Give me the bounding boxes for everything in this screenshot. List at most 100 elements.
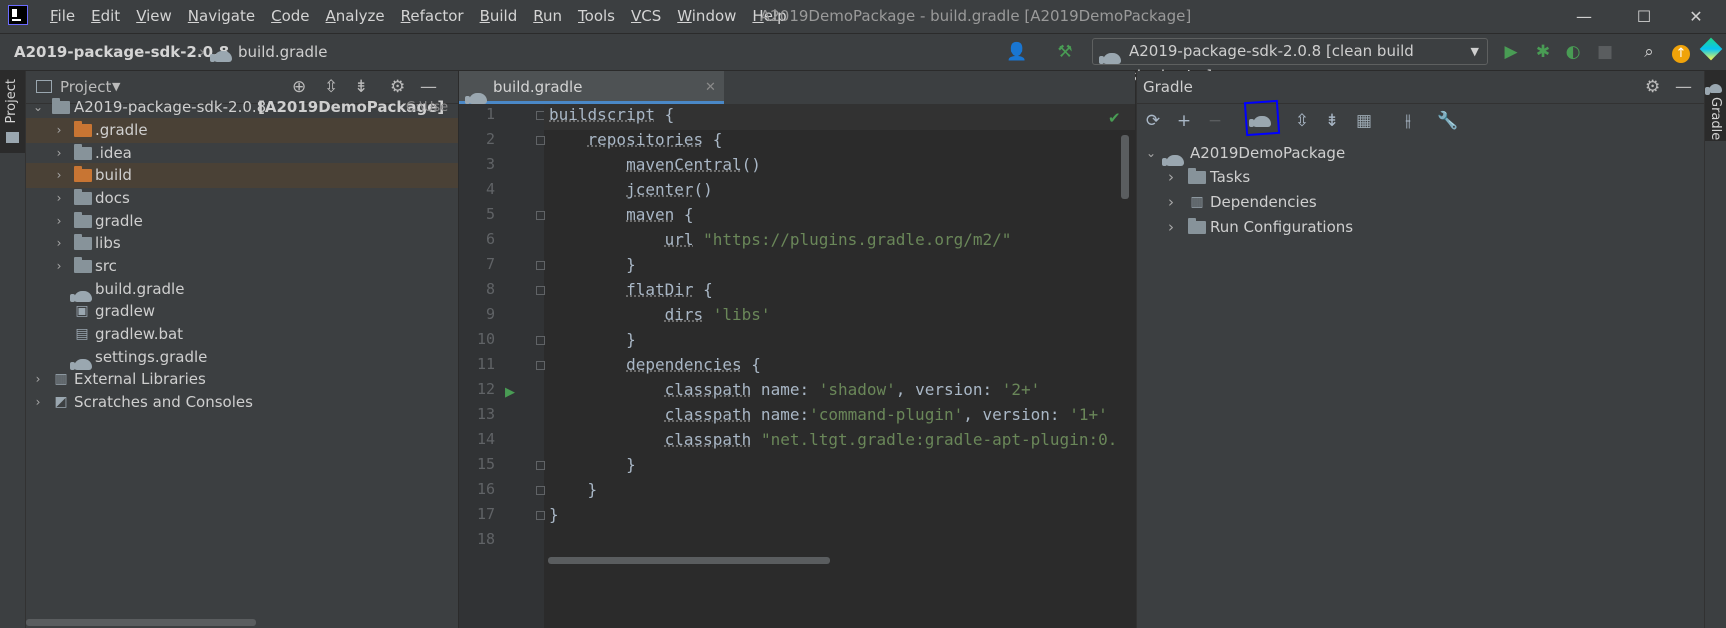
minimize-button[interactable]: — bbox=[1554, 0, 1614, 33]
chevron-right-icon[interactable]: › bbox=[53, 163, 65, 188]
run-configuration-select[interactable]: A2019-package-sdk-2.0.8 [clean build sha… bbox=[1092, 38, 1488, 85]
chevron-down-icon[interactable]: ⌄ bbox=[32, 95, 44, 120]
close-window-button[interactable]: ✕ bbox=[1666, 0, 1726, 33]
tree-item-scratches[interactable]: › ◩ Scratches and Consoles bbox=[26, 390, 458, 415]
menu-code[interactable]: Code bbox=[263, 0, 317, 33]
hide-icon[interactable]: — bbox=[1675, 71, 1692, 103]
tree-item-docs[interactable]: › docs bbox=[26, 186, 458, 211]
menu-edit[interactable]: Edit bbox=[83, 0, 128, 33]
expand-all-icon[interactable]: ⇳ bbox=[1290, 109, 1314, 133]
folder-icon bbox=[74, 234, 92, 250]
menu-window[interactable]: Window bbox=[669, 0, 744, 33]
wrench-icon[interactable]: 🔧 bbox=[1436, 109, 1460, 133]
gradle-tool-tab[interactable]: Gradle bbox=[1705, 71, 1726, 141]
tree-item-src[interactable]: › src bbox=[26, 254, 458, 279]
line-number: 5 bbox=[485, 205, 495, 223]
editor-vertical-scrollbar[interactable] bbox=[1121, 135, 1129, 199]
line-number: 11 bbox=[476, 355, 495, 373]
gradle-tree-item-dependencies[interactable]: › ▥ Dependencies bbox=[1136, 190, 1703, 215]
breadcrumb-file[interactable]: build.gradle bbox=[238, 34, 327, 70]
user-icon[interactable]: 👤 bbox=[1006, 41, 1028, 63]
code-line: } bbox=[549, 330, 636, 349]
menu-analyze[interactable]: Analyze bbox=[318, 0, 393, 33]
gradle-tree-root[interactable]: ⌄ A2019DemoPackage bbox=[1136, 141, 1703, 166]
tree-item-libs[interactable]: › libs bbox=[26, 231, 458, 256]
menu-vcs[interactable]: VCS bbox=[623, 0, 669, 33]
code-line: maven { bbox=[626, 205, 694, 224]
line-number: 4 bbox=[485, 180, 495, 198]
stop-icon[interactable]: ■ bbox=[1594, 41, 1616, 63]
editor-horizontal-scrollbar[interactable] bbox=[548, 557, 830, 564]
line-number-gutter: 1 2 3 4 5 6 7 8 9 10 11 12 13 14 15 16 1… bbox=[459, 105, 545, 628]
tree-root[interactable]: ⌄ A2019-package-sdk-2.0.8 [A2019DemoPack… bbox=[26, 95, 458, 120]
gradle-elephant-icon bbox=[1099, 46, 1121, 71]
tree-item-label: .gradle bbox=[95, 121, 148, 139]
menu-refactor[interactable]: Refactor bbox=[393, 0, 472, 33]
reload-gradle-icon[interactable]: ⟳ bbox=[1141, 109, 1165, 133]
chevron-right-icon[interactable]: › bbox=[32, 390, 44, 415]
gradle-tree-item-run-configurations[interactable]: › Run Configurations bbox=[1136, 215, 1703, 240]
inspection-ok-icon[interactable]: ✔ bbox=[1108, 109, 1121, 127]
build-hammer-icon[interactable]: ⚒ bbox=[1054, 41, 1076, 63]
update-icon[interactable]: ↑ bbox=[1670, 41, 1692, 63]
gradle-panel-header: Gradle ⚙ — bbox=[1137, 71, 1704, 104]
left-tool-stripe: Project bbox=[0, 71, 26, 628]
menu-tools[interactable]: Tools bbox=[570, 0, 623, 33]
offline-folder-icon[interactable]: ▦ bbox=[1352, 109, 1376, 133]
code-line: buildscript { bbox=[549, 105, 675, 124]
maximize-button[interactable]: ☐ bbox=[1614, 0, 1674, 33]
tree-item-build[interactable]: › build bbox=[26, 163, 458, 188]
menu-navigate[interactable]: Navigate bbox=[180, 0, 263, 33]
horizontal-scrollbar[interactable] bbox=[26, 619, 256, 626]
module-folder-icon bbox=[52, 98, 70, 114]
chevron-right-icon[interactable]: › bbox=[1168, 165, 1174, 190]
code-line: mavenCentral() bbox=[626, 155, 761, 174]
code-line: dependencies { bbox=[626, 355, 761, 374]
toggle-offline-icon[interactable]: ⫲ bbox=[1396, 109, 1420, 133]
search-icon[interactable]: ⌕ bbox=[1638, 41, 1660, 63]
chevron-right-icon[interactable]: › bbox=[32, 367, 44, 392]
root-path: C:\Use bbox=[406, 100, 449, 115]
chevron-down-icon[interactable]: ⌄ bbox=[1146, 141, 1156, 166]
coverage-icon[interactable]: ◐ bbox=[1562, 41, 1584, 63]
tree-item-gradle-dir[interactable]: › .gradle bbox=[26, 118, 458, 143]
run-icon[interactable]: ▶ bbox=[1500, 41, 1522, 63]
line-number: 6 bbox=[485, 230, 495, 248]
tree-item-gradlew[interactable]: ▣ gradlew bbox=[26, 299, 458, 324]
menu-build[interactable]: Build bbox=[472, 0, 526, 33]
menu-view[interactable]: View bbox=[128, 0, 180, 33]
chevron-right-icon[interactable]: › bbox=[1168, 215, 1174, 240]
debug-icon[interactable]: ✱ bbox=[1532, 41, 1554, 63]
project-tab-label: Project bbox=[4, 79, 19, 124]
gradle-tree-item-tasks[interactable]: › Tasks bbox=[1136, 165, 1703, 190]
editor: build.gradle (A2019DemoPackage) ✕ 1 2 3 … bbox=[459, 71, 1135, 628]
tree-item-external-libraries[interactable]: › ▥ External Libraries bbox=[26, 367, 458, 392]
chevron-right-icon[interactable]: › bbox=[53, 231, 65, 256]
execute-gradle-task-icon[interactable] bbox=[1249, 109, 1274, 133]
menu-file[interactable]: File bbox=[42, 0, 83, 33]
run-gutter-icon[interactable]: ▶ bbox=[505, 385, 515, 400]
tree-item-gradlew-bat[interactable]: ▤ gradlew.bat bbox=[26, 322, 458, 347]
line-number: 9 bbox=[485, 305, 495, 323]
chevron-right-icon[interactable]: › bbox=[53, 254, 65, 279]
tab-build-gradle[interactable]: build.gradle (A2019DemoPackage) ✕ bbox=[459, 71, 724, 129]
chevron-right-icon[interactable]: › bbox=[53, 186, 65, 211]
code-area[interactable]: buildscript { repositories { mavenCentra… bbox=[544, 105, 1135, 628]
chevron-right-icon[interactable]: › bbox=[1168, 190, 1174, 215]
gradle-elephant-icon bbox=[1705, 78, 1722, 97]
close-tab-icon[interactable]: ✕ bbox=[705, 71, 716, 104]
dependencies-icon: ▥ bbox=[1190, 194, 1204, 210]
gear-icon[interactable]: ⚙ bbox=[1645, 71, 1660, 103]
add-icon[interactable]: + bbox=[1172, 109, 1196, 133]
toolbox-icon[interactable] bbox=[1699, 37, 1723, 63]
line-number: 13 bbox=[476, 405, 495, 423]
code-line: dirs 'libs' bbox=[664, 305, 771, 324]
chevron-right-icon[interactable]: › bbox=[53, 118, 65, 143]
project-tool-tab[interactable]: Project bbox=[0, 71, 25, 153]
collapse-all-icon[interactable]: ⇟ bbox=[1320, 109, 1344, 133]
folder-icon bbox=[74, 121, 92, 137]
scratches-icon: ◩ bbox=[54, 394, 68, 410]
gradle-tree-label: Dependencies bbox=[1210, 193, 1317, 211]
breadcrumb-project[interactable]: A2019-package-sdk-2.0.8 bbox=[14, 34, 229, 70]
menu-run[interactable]: Run bbox=[525, 0, 570, 33]
